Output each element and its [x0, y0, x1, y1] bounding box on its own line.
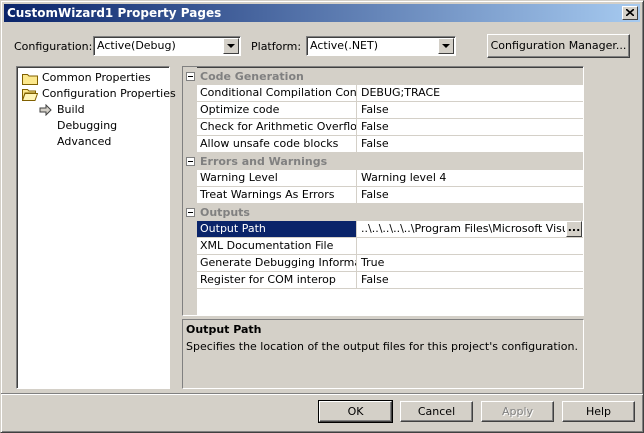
property-value[interactable]: False [359, 136, 583, 152]
platform-select[interactable]: Active(.NET) [306, 36, 456, 56]
tree-item-label: Debugging [57, 119, 118, 132]
property-name: XML Documentation File [197, 238, 357, 254]
property-row[interactable]: Optimize code False [197, 102, 583, 119]
property-name: Register for COM interop [197, 272, 357, 288]
property-value[interactable]: Warning level 4 [359, 170, 583, 186]
close-button[interactable] [622, 6, 638, 20]
category-label: Code Generation [200, 70, 304, 83]
property-value[interactable]: False [359, 187, 583, 203]
property-value[interactable]: False [359, 119, 583, 135]
apply-label: Apply [501, 405, 534, 418]
collapse-outputs-icon[interactable] [186, 208, 195, 217]
property-row[interactable]: Generate Debugging Information True [197, 255, 583, 272]
ok-button[interactable]: OK [318, 400, 393, 423]
cancel-button[interactable]: Cancel [400, 401, 473, 422]
property-row[interactable]: XML Documentation File [197, 238, 583, 255]
configuration-select[interactable]: Active(Debug) [93, 36, 241, 56]
arrow-right-icon [39, 104, 52, 116]
description-title: Output Path [186, 323, 262, 336]
cancel-label: Cancel [417, 405, 456, 418]
property-row[interactable]: Warning Level Warning level 4 [197, 170, 583, 187]
platform-label: Platform: [251, 40, 302, 53]
property-name: Check for Arithmetic Overflow/Un [197, 119, 357, 135]
close-icon [626, 9, 634, 16]
category-tree[interactable]: Common Properties Configuration Properti… [16, 66, 176, 389]
configuration-manager-button[interactable]: Configuration Manager... [487, 34, 630, 58]
ok-label: OK [347, 405, 364, 418]
property-pages-window: CustomWizard1 Property Pages Configurati… [0, 0, 644, 433]
property-row[interactable]: Conditional Compilation Constant DEBUG;T… [197, 85, 583, 102]
tree-item-label: Build [57, 103, 85, 116]
category-outputs[interactable]: Outputs [197, 204, 583, 221]
property-value[interactable] [359, 238, 583, 254]
property-value[interactable]: True [359, 255, 583, 271]
browse-button[interactable]: ... [566, 221, 582, 237]
property-name: Warning Level [197, 170, 357, 186]
help-label: Help [585, 405, 612, 418]
help-button[interactable]: Help [562, 401, 635, 422]
category-label: Outputs [200, 206, 250, 219]
tree-item-label: Configuration Properties [42, 87, 176, 100]
property-row[interactable]: Allow unsafe code blocks False [197, 136, 583, 153]
configuration-label: Configuration: [14, 40, 93, 53]
property-name: Allow unsafe code blocks [197, 136, 357, 152]
folder-closed-icon [22, 74, 38, 85]
configuration-manager-label: Configuration Manager... [490, 39, 627, 52]
property-value[interactable]: DEBUG;TRACE [359, 85, 583, 101]
description-panel: Output Path Specifies the location of th… [182, 319, 584, 389]
tree-item-label: Common Properties [42, 71, 151, 84]
property-grid[interactable]: Code Generation Conditional Compilation … [182, 66, 584, 316]
property-name: Treat Warnings As Errors [197, 187, 357, 203]
chevron-down-icon [442, 44, 450, 48]
tree-item-label: Advanced [57, 135, 112, 148]
property-row[interactable]: Register for COM interop False [197, 272, 583, 289]
description-text: Specifies the location of the output fil… [186, 340, 578, 353]
window-title: CustomWizard1 Property Pages [7, 6, 222, 20]
property-value[interactable]: False [359, 272, 583, 288]
property-value[interactable]: False [359, 102, 583, 118]
property-row[interactable]: Check for Arithmetic Overflow/Un False [197, 119, 583, 136]
title-bar[interactable]: CustomWizard1 Property Pages [4, 4, 640, 22]
configuration-dropdown-button[interactable] [223, 38, 239, 54]
property-value[interactable]: ..\..\..\..\..\Program Files\Microsoft V… [359, 221, 565, 237]
category-code-generation[interactable]: Code Generation [197, 68, 583, 85]
chevron-down-icon [227, 44, 235, 48]
property-name: Optimize code [197, 102, 357, 118]
configuration-value: Active(Debug) [97, 39, 176, 52]
platform-value: Active(.NET) [310, 39, 379, 52]
button-separator [1, 393, 643, 395]
collapse-code-generation-icon[interactable] [186, 72, 195, 81]
category-label: Errors and Warnings [200, 155, 328, 168]
apply-button[interactable]: Apply [481, 401, 554, 422]
folder-open-icon [22, 89, 38, 101]
property-name: Output Path [197, 221, 357, 237]
property-row-selected[interactable]: Output Path ..\..\..\..\..\Program Files… [197, 221, 583, 238]
collapse-errors-warnings-icon[interactable] [186, 157, 195, 166]
platform-dropdown-button[interactable] [438, 38, 454, 54]
category-errors-and-warnings[interactable]: Errors and Warnings [197, 153, 583, 170]
property-name: Generate Debugging Information [197, 255, 357, 271]
property-name: Conditional Compilation Constant [197, 85, 357, 101]
grid-gutter [183, 67, 197, 315]
property-row[interactable]: Treat Warnings As Errors False [197, 187, 583, 204]
